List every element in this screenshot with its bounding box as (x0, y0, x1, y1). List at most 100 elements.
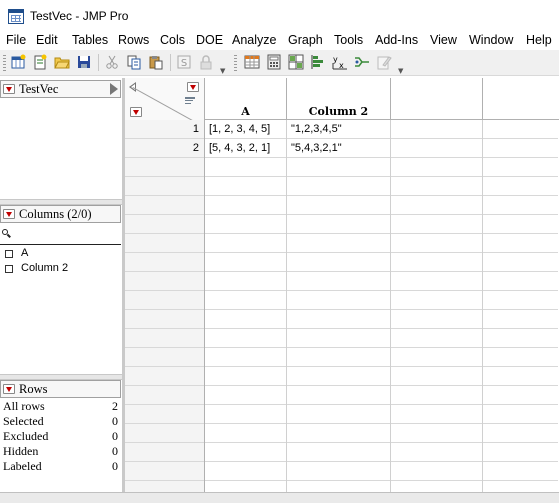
new-data-table-icon[interactable] (10, 54, 26, 70)
empty-cell[interactable] (205, 291, 286, 310)
rows-stat-selected[interactable]: Selected 0 (3, 414, 118, 429)
empty-cell[interactable] (391, 348, 482, 367)
empty-cell[interactable] (287, 367, 390, 386)
empty-cell[interactable] (391, 405, 482, 424)
empty-cell[interactable] (287, 234, 390, 253)
rows-stat-all-rows[interactable]: All rows 2 (3, 399, 118, 414)
empty-cell[interactable] (205, 310, 286, 329)
empty-cell[interactable] (287, 158, 390, 177)
empty-cell[interactable] (391, 139, 482, 158)
grid-corner[interactable] (125, 78, 205, 123)
collapse-panel-icon[interactable] (110, 83, 118, 95)
empty-cell[interactable] (205, 272, 286, 291)
menu-tables[interactable]: Tables (72, 32, 118, 50)
empty-cell[interactable] (483, 120, 558, 139)
empty-cell[interactable] (287, 348, 390, 367)
empty-cell[interactable] (391, 158, 482, 177)
empty-cell[interactable] (391, 443, 482, 462)
menu-add-ins[interactable]: Add-Ins (375, 32, 430, 50)
empty-cell[interactable] (205, 196, 286, 215)
row-number[interactable] (125, 253, 204, 272)
empty-cell[interactable] (205, 386, 286, 405)
row-number[interactable] (125, 348, 204, 367)
empty-cell[interactable] (483, 158, 558, 177)
empty-cell[interactable] (205, 443, 286, 462)
empty-cell[interactable] (483, 386, 558, 405)
row-number[interactable] (125, 272, 204, 291)
cell-column-2[interactable]: "5,4,3,2,1" (287, 139, 390, 158)
red-triangle-menu-icon[interactable] (3, 209, 15, 219)
empty-cell[interactable] (483, 272, 558, 291)
column-filter[interactable] (0, 226, 121, 245)
empty-cell[interactable] (205, 462, 286, 481)
copy-icon[interactable] (126, 54, 142, 70)
red-triangle-columns-menu-icon[interactable] (187, 82, 199, 92)
empty-cell[interactable] (205, 424, 286, 443)
empty-cell[interactable] (205, 253, 286, 272)
empty-cell[interactable] (391, 329, 482, 348)
empty-cell[interactable] (287, 462, 390, 481)
empty-cell[interactable] (483, 139, 558, 158)
data-table-icon[interactable] (244, 54, 260, 70)
save-icon[interactable] (76, 54, 92, 70)
column-header-a[interactable]: A (205, 78, 287, 120)
open-icon[interactable] (54, 54, 70, 70)
empty-cell[interactable] (483, 234, 558, 253)
empty-cell[interactable] (287, 253, 390, 272)
empty-cell[interactable] (287, 177, 390, 196)
empty-cell[interactable] (287, 443, 390, 462)
row-number[interactable] (125, 424, 204, 443)
empty-cell[interactable] (391, 462, 482, 481)
empty-cell[interactable] (287, 405, 390, 424)
toolbar-overflow-icon[interactable]: ▼ (220, 67, 225, 75)
empty-cell[interactable] (483, 291, 558, 310)
row-number[interactable] (125, 158, 204, 177)
empty-cell[interactable] (391, 253, 482, 272)
empty-cell[interactable] (483, 310, 558, 329)
menu-cols[interactable]: Cols (160, 32, 196, 50)
row-number[interactable] (125, 367, 204, 386)
empty-cell[interactable] (391, 424, 482, 443)
menu-analyze[interactable]: Analyze (232, 32, 288, 50)
row-number[interactable] (125, 329, 204, 348)
column-checkbox[interactable] (5, 265, 13, 273)
empty-cell[interactable] (205, 215, 286, 234)
empty-cell[interactable] (391, 215, 482, 234)
row-number[interactable] (125, 405, 204, 424)
empty-cell[interactable] (287, 291, 390, 310)
menu-edit[interactable]: Edit (36, 32, 72, 50)
row-number[interactable] (125, 291, 204, 310)
empty-cell[interactable] (205, 177, 286, 196)
empty-cell[interactable] (287, 215, 390, 234)
empty-cell[interactable] (391, 272, 482, 291)
new-script-icon[interactable] (32, 54, 48, 70)
toolbar-overflow-icon[interactable]: ▼ (398, 67, 403, 75)
edit-icon[interactable] (376, 54, 392, 70)
rows-stat-hidden[interactable]: Hidden 0 (3, 444, 118, 459)
formula-icon[interactable] (266, 54, 282, 70)
empty-cell[interactable] (287, 272, 390, 291)
fit-model-icon[interactable] (354, 54, 370, 70)
row-number[interactable]: 2 (125, 139, 204, 158)
empty-cell[interactable] (391, 196, 482, 215)
empty-cell[interactable] (205, 348, 286, 367)
empty-cell[interactable] (205, 234, 286, 253)
row-number[interactable] (125, 177, 204, 196)
menu-file[interactable]: File (6, 32, 36, 50)
row-number[interactable] (125, 386, 204, 405)
menu-rows[interactable]: Rows (118, 32, 160, 50)
empty-cell[interactable] (483, 405, 558, 424)
menu-help[interactable]: Help (526, 32, 556, 50)
cut-icon[interactable] (104, 54, 120, 70)
empty-cell[interactable] (483, 253, 558, 272)
empty-cell[interactable] (391, 310, 482, 329)
empty-cell[interactable] (483, 424, 558, 443)
menu-window[interactable]: Window (469, 32, 526, 50)
empty-cell[interactable] (205, 367, 286, 386)
row-number[interactable] (125, 443, 204, 462)
empty-cell[interactable] (391, 120, 482, 139)
empty-cell[interactable] (287, 310, 390, 329)
empty-cell[interactable] (483, 367, 558, 386)
empty-cell[interactable] (483, 348, 558, 367)
rows-stat-labeled[interactable]: Labeled 0 (3, 459, 118, 474)
